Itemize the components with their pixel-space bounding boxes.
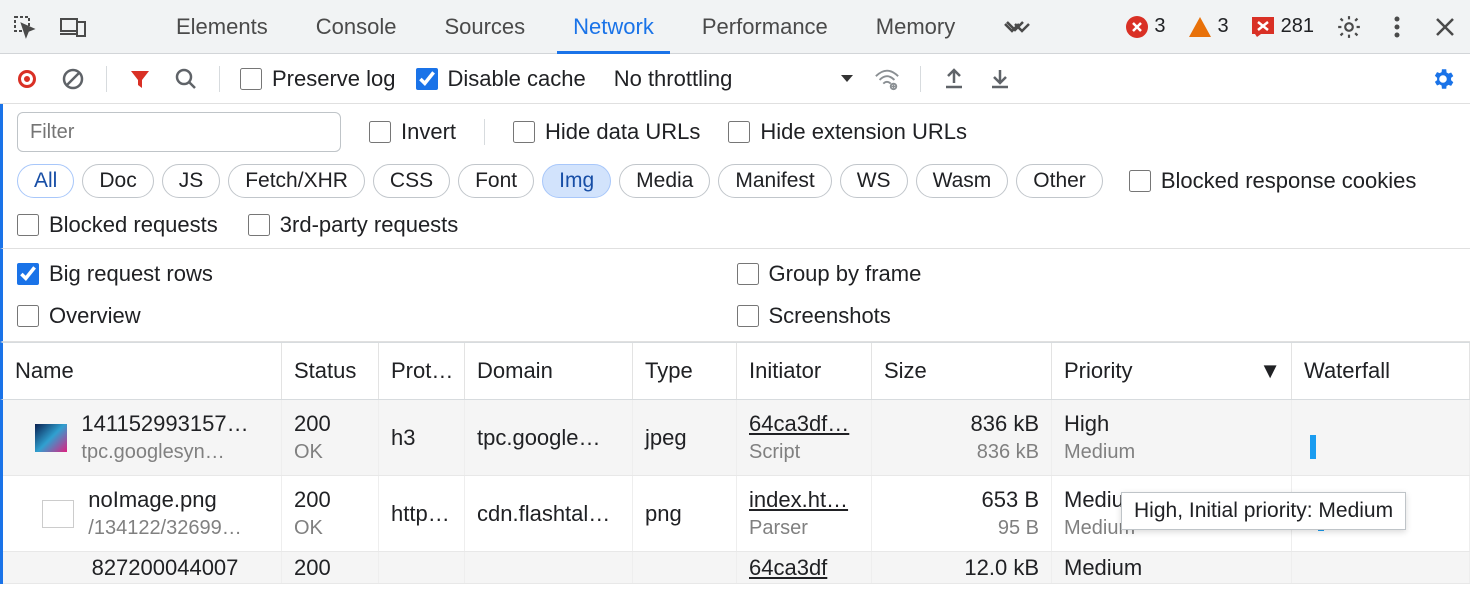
hide-data-urls[interactable]: Hide data URLs [513,119,700,145]
upload-icon[interactable] [941,66,967,92]
type-font[interactable]: Font [458,164,534,198]
initiator-link[interactable]: 64ca3df… [749,411,859,437]
file-name: 141152993157… [81,411,248,437]
tab-memory[interactable]: Memory [852,0,979,53]
record-icon[interactable] [14,66,40,92]
type-other[interactable]: Other [1016,164,1103,198]
col-waterfall[interactable]: Waterfall [1292,343,1470,399]
col-protocol[interactable]: Prot… [379,343,465,399]
col-size[interactable]: Size [872,343,1052,399]
file-name: noImage.png [88,487,241,513]
warning-count-value: 3 [1218,15,1229,38]
waterfall-bar [1310,435,1316,459]
type-xhr[interactable]: Fetch/XHR [228,164,365,198]
display-options: Big request rows Overview Group by frame… [0,249,1470,342]
preserve-log[interactable]: Preserve log [240,66,396,92]
type-media[interactable]: Media [619,164,710,198]
hide-extension-urls[interactable]: Hide extension URLs [728,119,967,145]
screenshots[interactable]: Screenshots [737,303,1457,329]
overview[interactable]: Overview [17,303,737,329]
message-count[interactable]: 281 [1251,15,1314,38]
type-wasm[interactable]: Wasm [916,164,1009,198]
tab-elements[interactable]: Elements [152,0,292,53]
type-manifest[interactable]: Manifest [718,164,831,198]
blocked-requests[interactable]: Blocked requests [17,212,218,238]
filter-input[interactable] [17,112,341,152]
file-thumbnail [42,500,74,528]
tab-sources[interactable]: Sources [420,0,549,53]
kebab-icon[interactable] [1384,14,1410,40]
table-header: Name Status Prot… Domain Type Initiator … [0,342,1470,400]
device-icon[interactable] [60,14,86,40]
download-icon[interactable] [987,66,1013,92]
table-row[interactable]: 141152993157…tpc.googlesyn… 200OK h3 tpc… [3,400,1470,476]
type-doc[interactable]: Doc [82,164,153,198]
inspect-icon[interactable] [12,14,38,40]
filter-bar: Invert Hide data URLs Hide extension URL… [0,104,1470,249]
filter-icon[interactable] [127,66,153,92]
gear-icon[interactable] [1336,14,1362,40]
error-count-value: 3 [1154,15,1165,38]
wifi-icon[interactable] [874,66,900,92]
col-domain[interactable]: Domain [465,343,633,399]
type-ws[interactable]: WS [840,164,908,198]
initiator-link[interactable]: index.ht… [749,487,859,513]
third-party-requests[interactable]: 3rd-party requests [248,212,459,238]
col-name[interactable]: Name [3,343,282,399]
initiator-link[interactable]: 64ca3df [749,555,859,581]
devtools-tabbar: Elements Console Sources Network Perform… [0,0,1470,54]
close-icon[interactable] [1432,14,1458,40]
error-count[interactable]: 3 [1126,15,1165,38]
file-host: tpc.googlesyn… [81,441,248,464]
file-host: /134122/32699… [88,517,241,540]
table-row[interactable]: 827200044007 200 64ca3df 12.0 kB Medium [3,552,1470,584]
priority-tooltip: High, Initial priority: Medium [1121,492,1406,530]
settings-gear-icon[interactable] [1430,66,1456,92]
type-img[interactable]: Img [542,164,611,198]
message-count-value: 281 [1281,15,1314,38]
col-priority[interactable]: Priority▼ [1052,343,1292,399]
invert-checkbox[interactable]: Invert [369,119,456,145]
throttling-select[interactable]: No throttling [614,66,855,92]
type-css[interactable]: CSS [373,164,450,198]
type-js[interactable]: JS [162,164,221,198]
big-rows[interactable]: Big request rows [17,261,737,287]
search-icon[interactable] [173,66,199,92]
file-name: 827200044007 [92,555,239,581]
type-all[interactable]: All [17,164,74,198]
blocked-cookies[interactable]: Blocked response cookies [1129,168,1417,194]
col-initiator[interactable]: Initiator [737,343,872,399]
tab-more[interactable] [979,0,1055,53]
tab-network[interactable]: Network [549,0,678,53]
request-table: 141152993157…tpc.googlesyn… 200OK h3 tpc… [0,400,1470,584]
file-thumbnail [35,424,67,452]
disable-cache[interactable]: Disable cache [416,66,586,92]
col-status[interactable]: Status [282,343,379,399]
col-type[interactable]: Type [633,343,737,399]
sort-desc-icon: ▼ [1259,358,1281,384]
warning-count[interactable]: 3 [1188,15,1229,38]
tab-performance[interactable]: Performance [678,0,852,53]
tab-console[interactable]: Console [292,0,421,53]
clear-icon[interactable] [60,66,86,92]
network-controls: Preserve log Disable cache No throttling [0,54,1470,104]
group-by-frame[interactable]: Group by frame [737,261,1457,287]
